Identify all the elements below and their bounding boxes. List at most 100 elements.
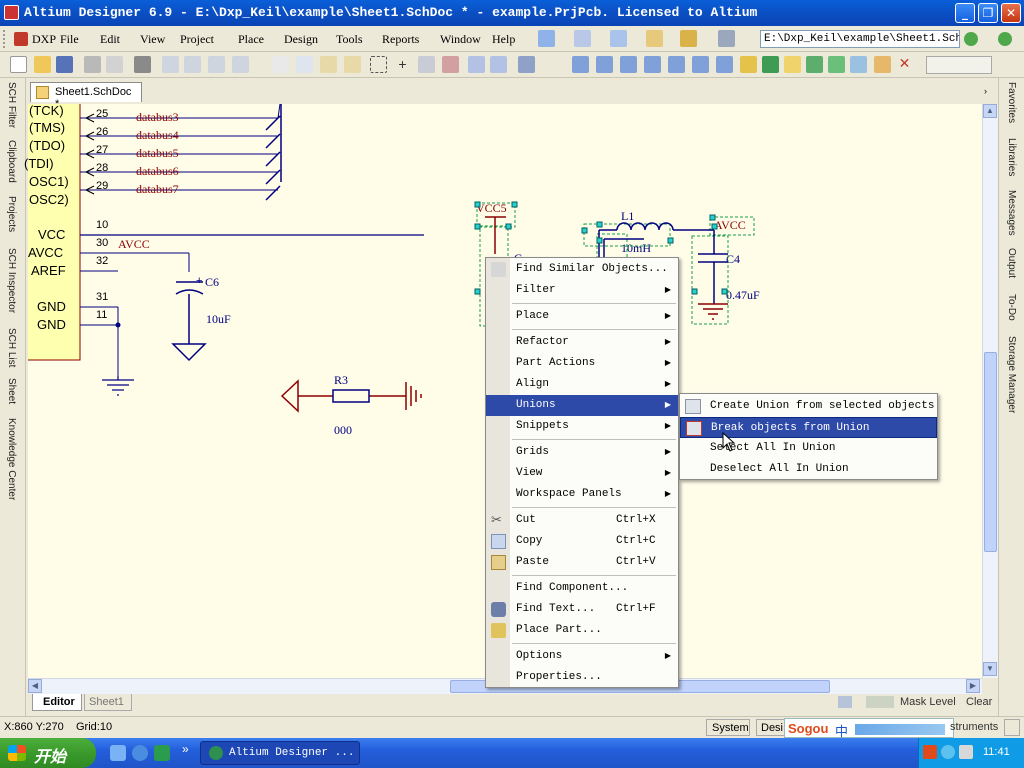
menu-place[interactable]: Place ▶ [486, 306, 678, 327]
filter-funnel-icon[interactable] [866, 696, 894, 708]
cut-toolbar-icon[interactable] [272, 56, 289, 73]
filter-combobox[interactable] [926, 56, 992, 74]
vertical-scroll-thumb[interactable] [984, 352, 997, 552]
network-tray-icon[interactable] [941, 745, 955, 759]
panel-tab-clipboard[interactable]: Clipboard [6, 140, 17, 183]
editor-tab[interactable]: Editor [32, 694, 82, 711]
harness-icon[interactable] [806, 56, 823, 73]
device-sheet-icon[interactable] [784, 56, 801, 73]
document-tab-sheet1[interactable]: Sheet1.SchDoc * [30, 82, 142, 110]
deselect-icon[interactable] [418, 56, 435, 73]
menu-properties[interactable]: Properties... [486, 667, 678, 688]
redo-icon[interactable] [490, 56, 507, 73]
menu-find-text[interactable]: Find Text... Ctrl+F [486, 599, 678, 620]
quicklaunch-more-icon[interactable]: » [182, 742, 189, 756]
panel-tab-sheet[interactable]: Sheet [6, 378, 17, 404]
menu-refactor[interactable]: Refactor ▶ [486, 332, 678, 353]
clear-filter-icon[interactable] [442, 56, 459, 73]
panel-tab-libraries[interactable]: Libraries [1006, 138, 1017, 176]
menu-help[interactable]: Help [492, 32, 515, 47]
menu-reports[interactable]: Reports [382, 32, 419, 47]
vertical-scrollbar[interactable]: ▲ ▼ [982, 104, 998, 678]
rubber-stamp-icon[interactable] [344, 56, 361, 73]
sogou-tray-icon[interactable] [923, 745, 937, 759]
panel-tab-to-do[interactable]: To-Do [1006, 294, 1017, 321]
back-icon[interactable] [964, 32, 978, 46]
copy-toolbar-icon[interactable] [296, 56, 313, 73]
sheet-entry-icon[interactable] [762, 56, 779, 73]
part-tool-icon[interactable] [646, 30, 663, 47]
menu-file[interactable]: File [60, 32, 79, 47]
menu-snippets[interactable]: Snippets ▶ [486, 416, 678, 437]
menu-window[interactable]: Window [440, 32, 481, 47]
zoom-area-icon[interactable] [184, 56, 201, 73]
scroll-down-icon[interactable]: ▼ [983, 662, 997, 676]
submenu-select-all-in-union[interactable]: Select All In Union [680, 438, 937, 459]
gnd-port-icon[interactable] [668, 56, 685, 73]
document-path-combobox[interactable]: E:\Dxp_Keil\example\Sheet1.SchI [760, 30, 960, 48]
taskbar-altium-designer[interactable]: Altium Designer ... [200, 741, 360, 765]
signal-harness-icon[interactable] [850, 56, 867, 73]
sheet-tab[interactable]: Sheet1 [84, 694, 132, 711]
menu-design[interactable]: Design [284, 32, 318, 47]
zoom-selected-icon[interactable] [208, 56, 225, 73]
system-panel-button[interactable]: System [706, 719, 750, 736]
menu-options[interactable]: Options ▶ [486, 646, 678, 667]
menu-tools[interactable]: Tools [336, 32, 363, 47]
mask-level-button[interactable]: Mask Level [900, 696, 956, 708]
print-icon[interactable] [84, 56, 101, 73]
menu-filter[interactable]: Filter ▶ [486, 280, 678, 301]
menu-dxp[interactable]: DXP [32, 32, 56, 47]
panel-tab-sch-list[interactable]: SCH List [6, 328, 17, 367]
hierarchy-icon[interactable] [518, 56, 535, 73]
place-part-toolbar-icon[interactable] [716, 56, 733, 73]
bus-tool-icon[interactable] [574, 30, 591, 47]
menu-find-similar-objects[interactable]: Find Similar Objects... [486, 259, 678, 280]
harness-connector-icon[interactable] [828, 56, 845, 73]
menu-copy[interactable]: Copy Ctrl+C [486, 531, 678, 552]
tab-scroll-icon[interactable]: › [984, 86, 987, 96]
panel-tab-knowledge-center[interactable]: Knowledge Center [6, 418, 17, 500]
panel-tab-storage-manager[interactable]: Storage Manager [1006, 336, 1017, 413]
paste-toolbar-icon[interactable] [320, 56, 337, 73]
clear-button[interactable]: Clear [966, 696, 992, 708]
instruments-button[interactable]: struments [950, 721, 998, 733]
menu-align[interactable]: Align ▶ [486, 374, 678, 395]
wire-tool-icon[interactable] [538, 30, 555, 47]
menu-edit[interactable]: Edit [100, 32, 120, 47]
menu-project[interactable]: Project [180, 32, 214, 47]
ground-tool-icon[interactable] [610, 30, 627, 47]
menu-view[interactable]: View [140, 32, 165, 47]
quicklaunch-app-icon[interactable] [154, 745, 170, 761]
menu-grids[interactable]: Grids ▶ [486, 442, 678, 463]
no-erc-icon[interactable]: ✕ [896, 56, 913, 73]
place-bus-icon[interactable] [596, 56, 613, 73]
start-button[interactable]: 开始 [0, 738, 96, 768]
grid-tool-icon[interactable] [718, 30, 735, 47]
save-icon[interactable] [56, 56, 73, 73]
select-area-icon[interactable] [370, 56, 387, 73]
panel-tab-output[interactable]: Output [1006, 248, 1017, 278]
menu-place[interactable]: Place [238, 32, 264, 47]
quicklaunch-explorer-icon[interactable] [110, 745, 126, 761]
menu-place-part[interactable]: Place Part... [486, 620, 678, 641]
status-more-button[interactable] [1004, 719, 1020, 736]
port-tool-icon[interactable] [680, 30, 697, 47]
menu-part-actions[interactable]: Part Actions ▶ [486, 353, 678, 374]
volume-tray-icon[interactable] [959, 745, 973, 759]
submenu-break-objects-from-union[interactable]: Break objects from Union [680, 417, 937, 438]
print-preview-icon[interactable] [106, 56, 123, 73]
bus-entry-icon[interactable] [620, 56, 637, 73]
port-icon[interactable] [874, 56, 891, 73]
mask-pen-icon[interactable] [838, 696, 852, 708]
scroll-up-icon[interactable]: ▲ [983, 104, 997, 118]
menu-view[interactable]: View ▶ [486, 463, 678, 484]
zoom-fit-icon[interactable] [162, 56, 179, 73]
submenu-deselect-all-in-union[interactable]: Deselect All In Union [680, 459, 937, 480]
restore-button[interactable]: ❐ [978, 3, 998, 23]
undo-icon[interactable] [468, 56, 485, 73]
design-compiler-button[interactable]: Desi [756, 719, 786, 736]
move-icon[interactable]: + [394, 56, 411, 73]
menu-workspace-panels[interactable]: Workspace Panels ▶ [486, 484, 678, 505]
sogou-ime-bar[interactable]: Sogou 中 [784, 718, 954, 739]
